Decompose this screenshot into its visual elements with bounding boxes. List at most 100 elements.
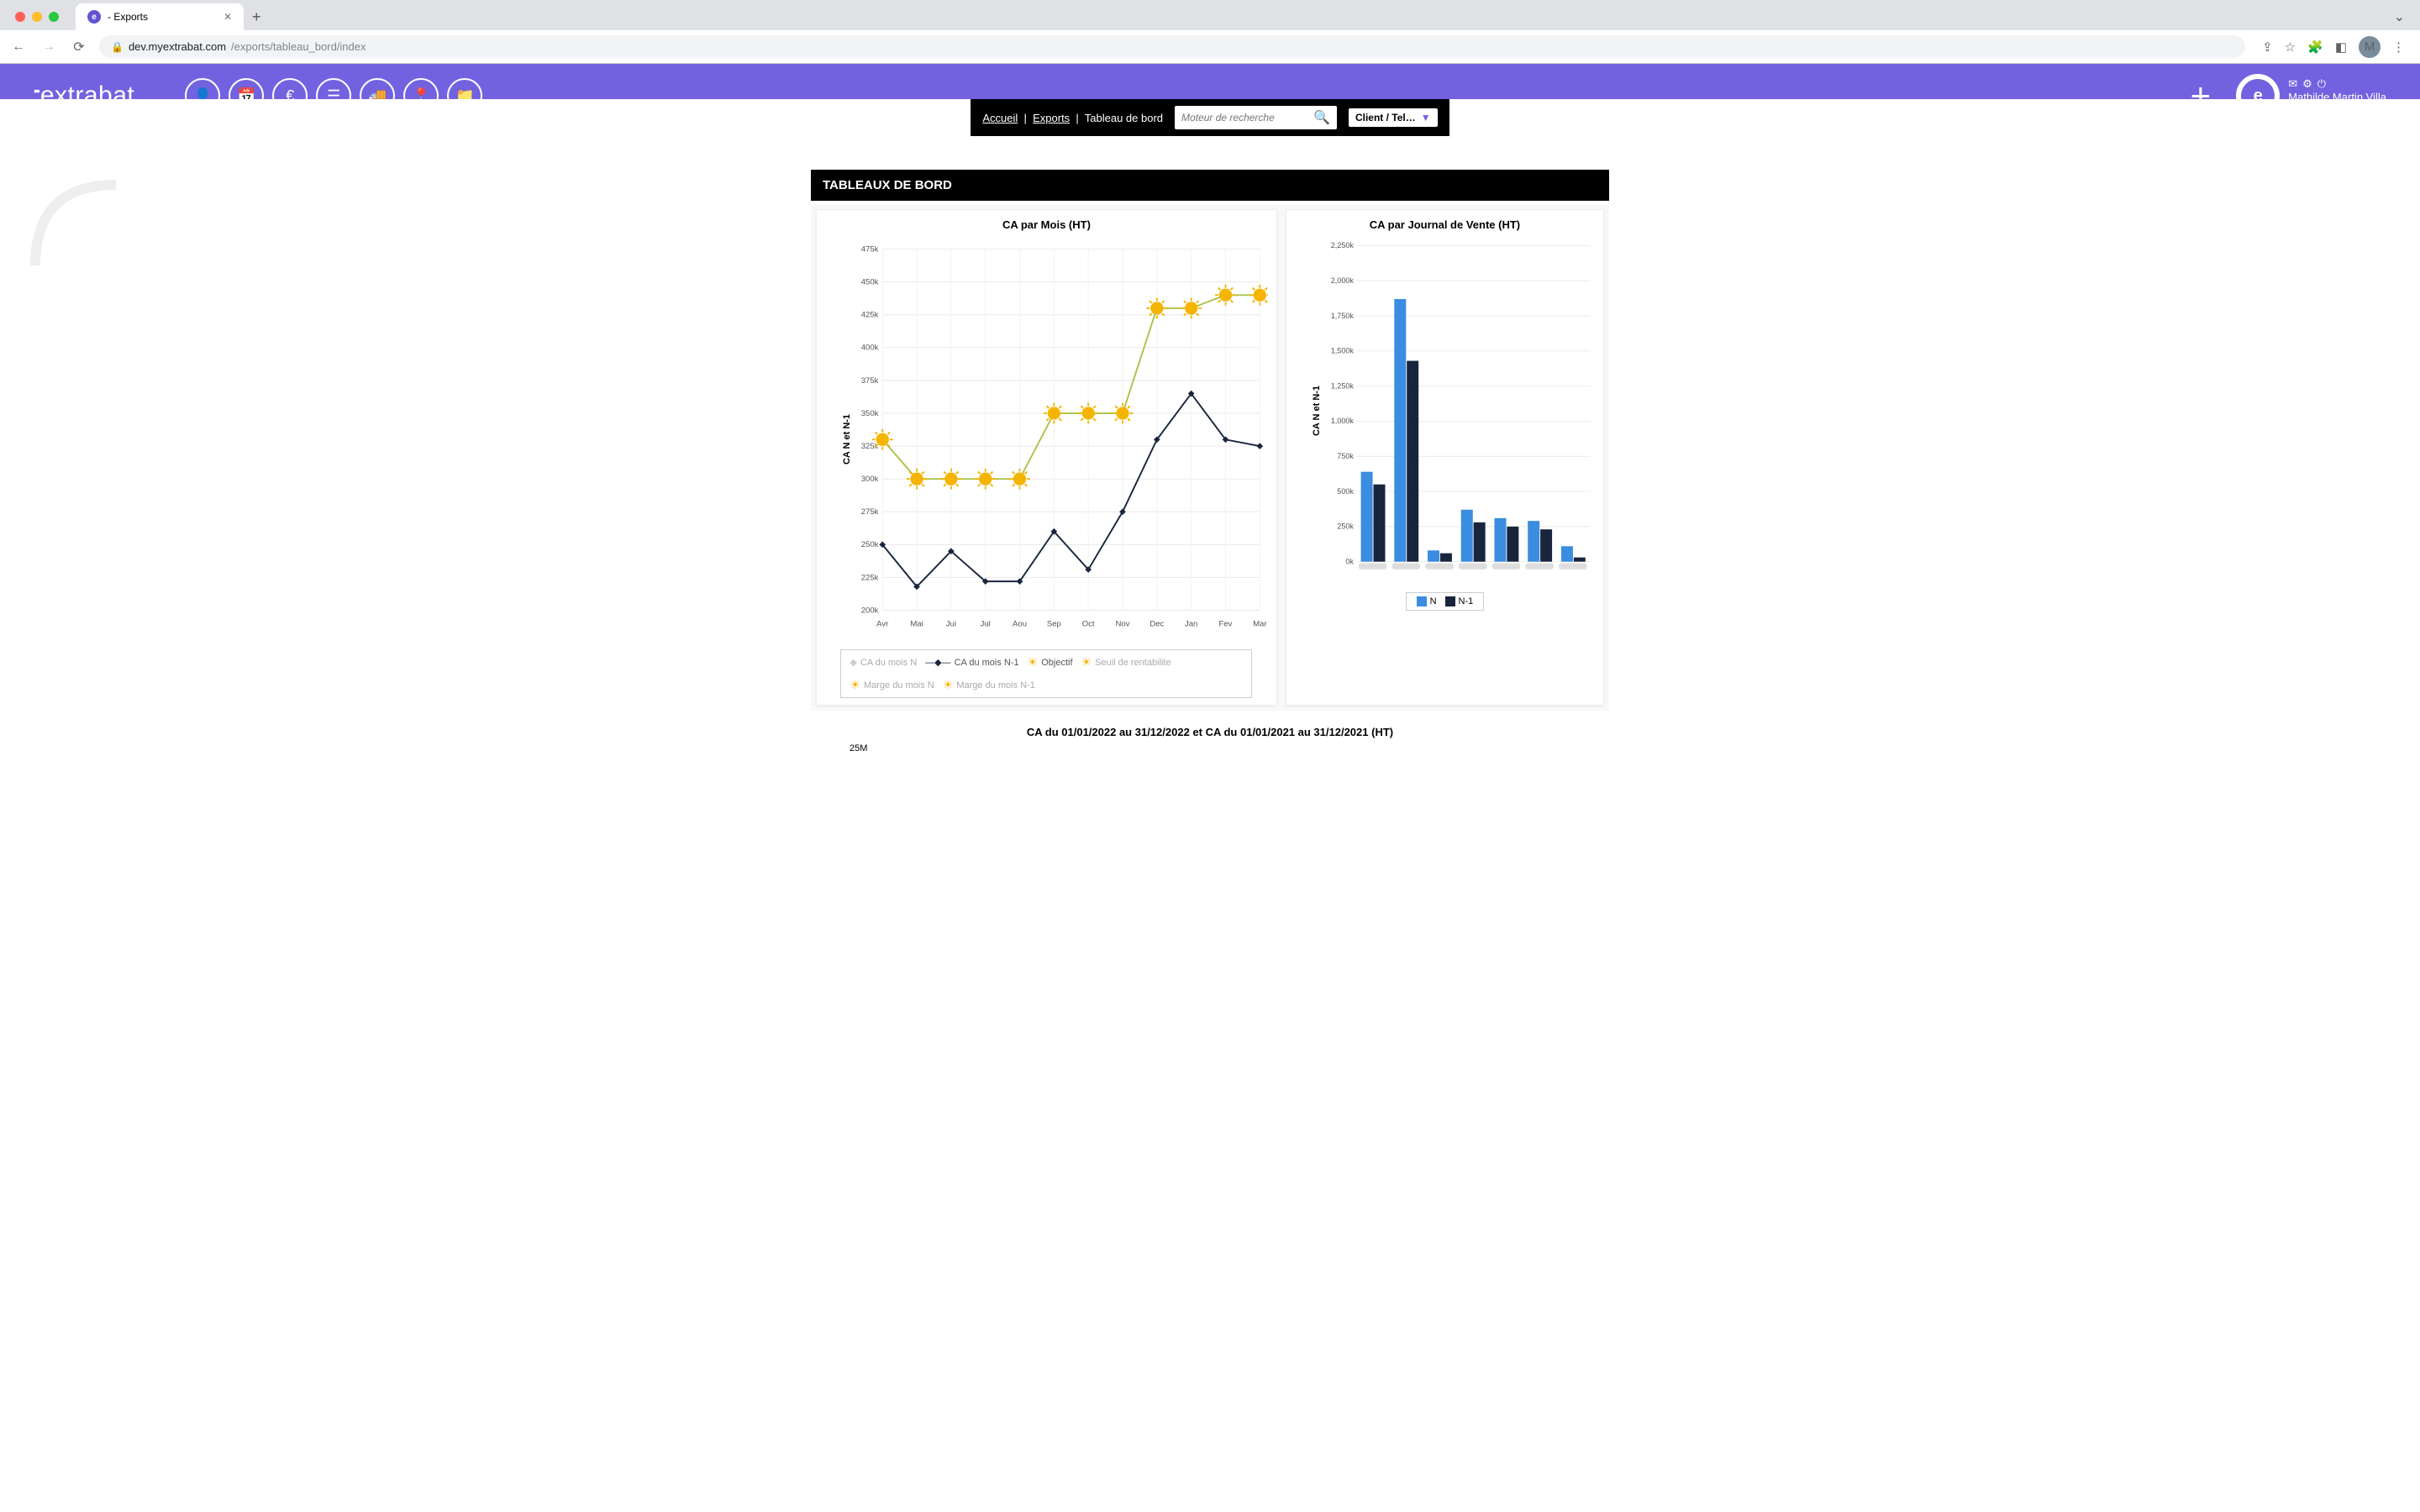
lock-icon: 🔒 <box>111 41 124 53</box>
power-icon[interactable]: ⏻ <box>2317 77 2326 91</box>
svg-text:Jan: Jan <box>1185 620 1197 629</box>
svg-text:300k: 300k <box>861 475 879 484</box>
svg-text:375k: 375k <box>861 376 879 386</box>
chart-legend: ◆ CA du mois N —◆— CA du mois N-1 ☀ Object… <box>840 649 1252 698</box>
bar-chart: 0k 250k 500k 750k 1,000k 1,250k 1,500k 1,750k 2,… <box>1320 241 1595 577</box>
tab-title: - Exports <box>108 11 148 23</box>
user-quick-icons: ✉ ⚙ ⏻ <box>2288 77 2386 91</box>
y-axis-label: CA N et N-1 <box>1312 386 1322 436</box>
extensions-icon[interactable]: 🧩 <box>2307 39 2323 55</box>
background-curve-decoration <box>25 175 126 276</box>
filter-label: Client / Tel… <box>1355 112 1416 123</box>
maximize-window-icon[interactable] <box>49 12 59 22</box>
charts-row: CA par Mois (HT) CA N et N-1 200k 225k 250… <box>811 204 1609 711</box>
profile-avatar[interactable]: M <box>2359 36 2381 58</box>
chevron-down-icon: ▼ <box>1421 112 1431 123</box>
breadcrumb: Accueil | Exports | Tableau de bord <box>982 112 1163 124</box>
y-axis-label: CA N et N-1 <box>842 414 852 465</box>
url-host: dev.myextrabat.com <box>129 40 226 53</box>
svg-text:1,500k: 1,500k <box>1331 347 1355 355</box>
svg-text:225k: 225k <box>861 573 879 582</box>
search-input[interactable] <box>1181 112 1313 123</box>
svg-text:1,250k: 1,250k <box>1331 381 1355 390</box>
svg-text:425k: 425k <box>861 311 879 320</box>
url-input[interactable]: 🔒 dev.myextrabat.com/exports/tableau_bor… <box>99 35 2245 58</box>
svg-text:275k: 275k <box>861 507 879 517</box>
share-icon[interactable]: ⇪ <box>2262 39 2273 55</box>
filter-select[interactable]: Client / Tel… ▼ <box>1349 108 1438 127</box>
svg-text:Jul: Jul <box>981 620 991 629</box>
chart-legend: N N-1 <box>1406 592 1485 611</box>
svg-text:2,250k: 2,250k <box>1331 241 1355 249</box>
svg-text:Mar: Mar <box>1253 620 1267 629</box>
chart-title: CA par Mois (HT) <box>817 210 1276 236</box>
tab-bar: e - Exports ✕ + ⌄ <box>0 0 2420 30</box>
svg-text:500k: 500k <box>1337 487 1354 496</box>
svg-text:250k: 250k <box>1337 522 1354 531</box>
close-tab-icon[interactable]: ✕ <box>224 11 232 23</box>
svg-text:2,000k: 2,000k <box>1331 276 1355 285</box>
back-button[interactable]: ← <box>8 39 29 55</box>
svg-text:Nov: Nov <box>1116 620 1130 629</box>
menu-icon[interactable]: ⋮ <box>2392 39 2405 55</box>
tab-favicon-icon: e <box>87 10 101 24</box>
minimize-window-icon[interactable] <box>32 12 42 22</box>
svg-text:1,750k: 1,750k <box>1331 312 1355 320</box>
legend-item[interactable]: ☀ Seuil de rentabilite <box>1081 655 1171 669</box>
svg-text:Dec: Dec <box>1150 620 1164 629</box>
legend-item[interactable]: ☀ Marge du mois N <box>850 678 934 692</box>
svg-text:475k: 475k <box>861 244 879 254</box>
svg-text:Mai: Mai <box>910 620 923 629</box>
svg-text:200k: 200k <box>861 606 879 615</box>
reload-button[interactable]: ⟳ <box>69 39 89 55</box>
breadcrumb-home[interactable]: Accueil <box>982 112 1018 124</box>
svg-text:Oct: Oct <box>1082 620 1095 629</box>
chart-annual-title: CA du 01/01/2022 au 31/12/2022 et CA du … <box>811 711 1609 743</box>
browser-chrome: e - Exports ✕ + ⌄ ← → ⟳ 🔒 dev.myextrabat… <box>0 0 2420 64</box>
subheader: Accueil | Exports | Tableau de bord 🔍 Cl… <box>971 99 1449 136</box>
settings-icon[interactable]: ⚙ <box>2302 77 2312 91</box>
search-icon[interactable]: 🔍 <box>1313 109 1330 126</box>
svg-text:Fev: Fev <box>1219 620 1233 629</box>
panel-icon[interactable]: ◧ <box>2335 39 2347 55</box>
breadcrumb-exports[interactable]: Exports <box>1033 112 1070 124</box>
legend-item[interactable]: —◆— CA du mois N-1 <box>925 655 1019 669</box>
address-bar: ← → ⟳ 🔒 dev.myextrabat.com/exports/table… <box>0 30 2420 63</box>
line-chart: 200k225k250k275k300k325k350k375k400k425k… <box>850 241 1268 634</box>
svg-text:1,000k: 1,000k <box>1331 417 1355 425</box>
svg-text:Sep: Sep <box>1047 620 1061 629</box>
legend-item[interactable]: N-1 <box>1445 596 1474 606</box>
chart-title: CA par Journal de Vente (HT) <box>1286 210 1603 236</box>
bookmark-icon[interactable]: ☆ <box>2285 39 2296 55</box>
chart-annual-ymax: 25M <box>811 743 1609 753</box>
svg-text:350k: 350k <box>861 409 879 418</box>
mail-icon[interactable]: ✉ <box>2288 77 2297 91</box>
breadcrumb-current: Tableau de bord <box>1085 112 1163 124</box>
tabs-menu-icon[interactable]: ⌄ <box>2394 8 2405 25</box>
search-box[interactable]: 🔍 <box>1175 106 1337 129</box>
page-title: TABLEAUX DE BORD <box>811 170 1609 201</box>
chart-ca-par-journal: CA par Journal de Vente (HT) CA N et N-1… <box>1286 209 1604 706</box>
svg-text:Aou: Aou <box>1013 620 1027 629</box>
legend-item[interactable]: ☀ Objectif <box>1028 655 1073 669</box>
close-window-icon[interactable] <box>15 12 25 22</box>
svg-text:450k: 450k <box>861 278 879 287</box>
legend-item[interactable]: ◆ CA du mois N <box>850 655 917 669</box>
forward-button: → <box>39 39 59 55</box>
url-path: /exports/tableau_bord/index <box>231 40 366 53</box>
browser-tab[interactable]: e - Exports ✕ <box>76 3 244 30</box>
chart-ca-par-mois: CA par Mois (HT) CA N et N-1 200k 225k 250… <box>816 209 1277 706</box>
browser-toolbar-icons: ⇪ ☆ 🧩 ◧ M ⋮ <box>2255 36 2412 58</box>
legend-item[interactable]: ☀ Marge du mois N-1 <box>943 678 1035 692</box>
svg-text:0k: 0k <box>1345 557 1354 565</box>
svg-text:400k: 400k <box>861 344 879 353</box>
content: TABLEAUX DE BORD CA par Mois (HT) CA N e… <box>811 136 1609 787</box>
svg-text:750k: 750k <box>1337 452 1354 460</box>
traffic-lights <box>7 12 67 22</box>
new-tab-button[interactable]: + <box>252 8 261 26</box>
svg-text:250k: 250k <box>861 540 879 549</box>
svg-text:Avr: Avr <box>876 620 889 629</box>
legend-item[interactable]: N <box>1417 596 1437 606</box>
svg-text:Jui: Jui <box>946 620 956 629</box>
app-viewport: ••extrabat 👤 📅 € ☰ 🚚 📍 📁 + e ✉ ⚙ ⏻ Mathi… <box>0 64 2420 787</box>
